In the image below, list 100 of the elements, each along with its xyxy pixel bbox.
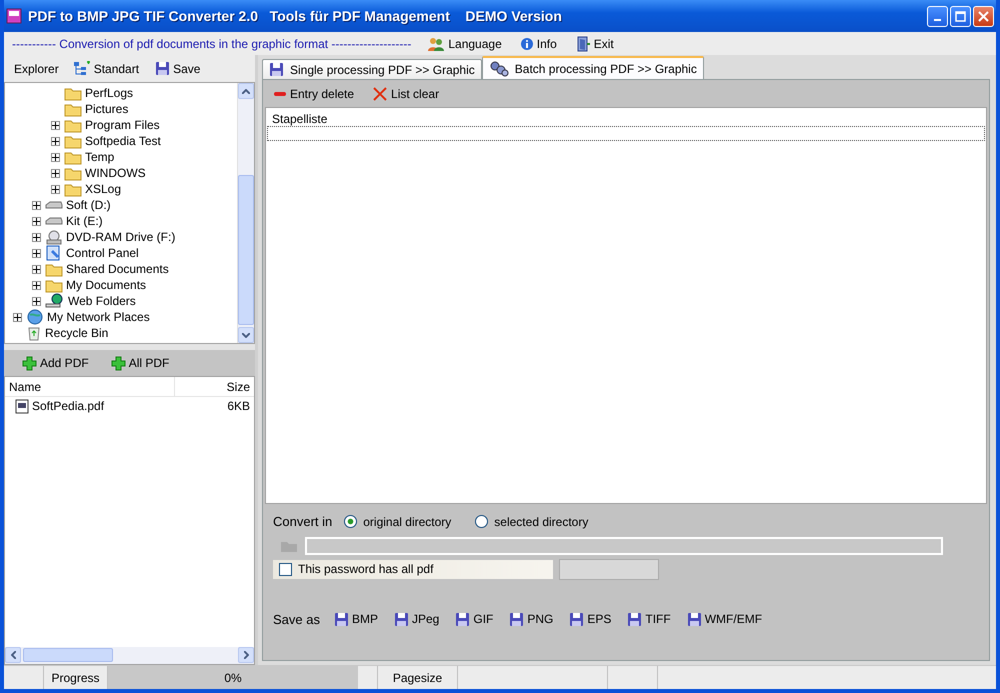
format-button[interactable]: EPS — [567, 610, 614, 628]
close-button[interactable] — [973, 6, 994, 26]
format-button[interactable]: PNG — [507, 610, 556, 628]
maximize-button[interactable] — [950, 6, 971, 26]
tree-item[interactable]: WINDOWS — [85, 164, 146, 182]
tree-item[interactable]: My Documents — [66, 276, 146, 294]
focus-row[interactable] — [267, 126, 985, 141]
caption-text: ----------- Conversion of pdf documents in the graphic format -------------------- — [12, 36, 412, 52]
list-clear-button[interactable]: List clear — [370, 85, 442, 103]
gears-icon — [488, 60, 509, 76]
entry-delete-button[interactable]: Entry delete — [271, 85, 356, 103]
expand-icon[interactable] — [51, 184, 60, 194]
expand-icon[interactable] — [51, 120, 60, 130]
column-header[interactable]: Size — [222, 377, 254, 396]
folder-icon — [64, 150, 82, 164]
expand-icon[interactable] — [32, 280, 41, 290]
scroll-down-icon[interactable] — [242, 332, 250, 338]
minus-icon — [273, 91, 287, 97]
tree-item[interactable]: Kit (E:) — [66, 212, 103, 230]
plus-icon — [110, 356, 126, 370]
folder-icon — [64, 102, 82, 116]
tree-item[interactable]: Recycle Bin — [45, 324, 108, 342]
radio-button[interactable] — [344, 515, 358, 528]
tree-item[interactable]: My Network Places — [47, 308, 150, 326]
format-button[interactable]: JPeg — [392, 610, 442, 628]
tree-item[interactable]: Softpedia Test — [85, 132, 161, 150]
tree-item[interactable]: Shared Documents — [66, 260, 169, 278]
expand-icon[interactable] — [51, 152, 60, 162]
explorer-label: Explorer — [14, 60, 59, 78]
progress-reading: 0% — [224, 670, 242, 686]
file-icon — [15, 398, 29, 414]
language-button[interactable]: Language — [425, 34, 504, 52]
tree-item[interactable]: Temp — [85, 148, 114, 166]
scroll-left-icon[interactable] — [10, 651, 16, 659]
save-as-label: Save as — [273, 610, 320, 628]
expand-icon[interactable] — [51, 168, 60, 178]
expand-icon[interactable] — [51, 136, 60, 146]
minimize-icon — [934, 19, 941, 21]
folder-icon — [64, 86, 82, 100]
format-button[interactable]: TIFF — [625, 610, 673, 628]
standard-button[interactable]: Standart — [70, 60, 142, 78]
password-field[interactable] — [559, 558, 659, 580]
folder-icon — [64, 166, 82, 180]
expand-icon[interactable] — [13, 312, 22, 322]
tree-item[interactable]: PerfLogs — [85, 84, 134, 102]
tree-item[interactable]: Program Files — [85, 116, 160, 134]
column-header[interactable]: Name — [5, 377, 175, 396]
expand-icon[interactable] — [32, 232, 41, 242]
info-icon — [520, 36, 534, 50]
folder-icon — [64, 118, 82, 132]
expand-icon[interactable] — [32, 296, 41, 306]
tree-item[interactable]: Web Folders — [68, 292, 136, 310]
tree-item[interactable]: XSLog — [85, 180, 122, 198]
tree-item[interactable]: Control Panel — [66, 244, 139, 262]
convert-in-label: Convert in — [273, 513, 332, 531]
column-header[interactable]: Stapelliste — [272, 112, 328, 126]
scroll-right-icon[interactable] — [244, 651, 248, 659]
minimize-button[interactable] — [927, 6, 948, 26]
exit-button[interactable]: Exit — [572, 34, 616, 52]
plus-icon — [22, 356, 37, 370]
radio-label[interactable]: selected directory — [494, 512, 588, 531]
expand-icon[interactable] — [32, 200, 41, 210]
format-button[interactable]: BMP — [332, 610, 380, 628]
people-icon — [427, 36, 446, 52]
info-button[interactable]: Info — [518, 34, 559, 52]
save-button[interactable]: Save — [153, 60, 202, 78]
format-button[interactable]: WMF/EMF — [684, 610, 764, 628]
horizontal-scrollbar[interactable] — [5, 647, 254, 664]
folder-icon — [45, 278, 63, 292]
file-size: 6KB — [227, 398, 250, 415]
window-title: PDF to BMP JPG TIF Converter 2.0 Tools für PDF Management DEMO Version — [28, 6, 562, 26]
checkbox[interactable] — [279, 562, 292, 576]
door-icon — [574, 36, 591, 52]
close-icon — [978, 10, 989, 22]
tree-item[interactable]: DVD-RAM Drive (F:) — [66, 228, 176, 246]
app-icon — [6, 8, 22, 24]
folder-icon — [64, 182, 82, 196]
all-pdf-button[interactable]: All PDF — [108, 354, 172, 372]
recycle-bin-icon — [26, 325, 42, 341]
tree-icon — [72, 60, 91, 76]
tab[interactable]: Batch processing PDF >> Graphic — [482, 56, 704, 79]
scroll-up-icon[interactable] — [242, 88, 250, 94]
pagesize-label: Pagesize — [378, 666, 458, 689]
folder-icon — [45, 262, 63, 276]
radio-label[interactable]: original directory — [363, 512, 452, 531]
vertical-scrollbar[interactable] — [237, 83, 254, 343]
radio-button[interactable] — [475, 515, 488, 528]
expand-icon[interactable] — [32, 264, 41, 274]
maximize-icon — [955, 10, 966, 22]
expand-icon[interactable] — [32, 248, 41, 258]
tree-item[interactable]: Soft (D:) — [66, 196, 111, 214]
add-pdf-button[interactable]: Add PDF — [20, 354, 91, 372]
expand-icon[interactable] — [32, 216, 41, 226]
tree-item[interactable]: Pictures — [85, 100, 128, 118]
directory-field[interactable] — [305, 536, 943, 554]
format-button[interactable]: GIF — [453, 610, 496, 628]
file-name[interactable]: SoftPedia.pdf — [32, 397, 104, 415]
disc-drive-icon — [45, 230, 63, 244]
globe-icon — [45, 293, 65, 309]
tab[interactable]: Single processing PDF >> Graphic — [262, 59, 482, 79]
